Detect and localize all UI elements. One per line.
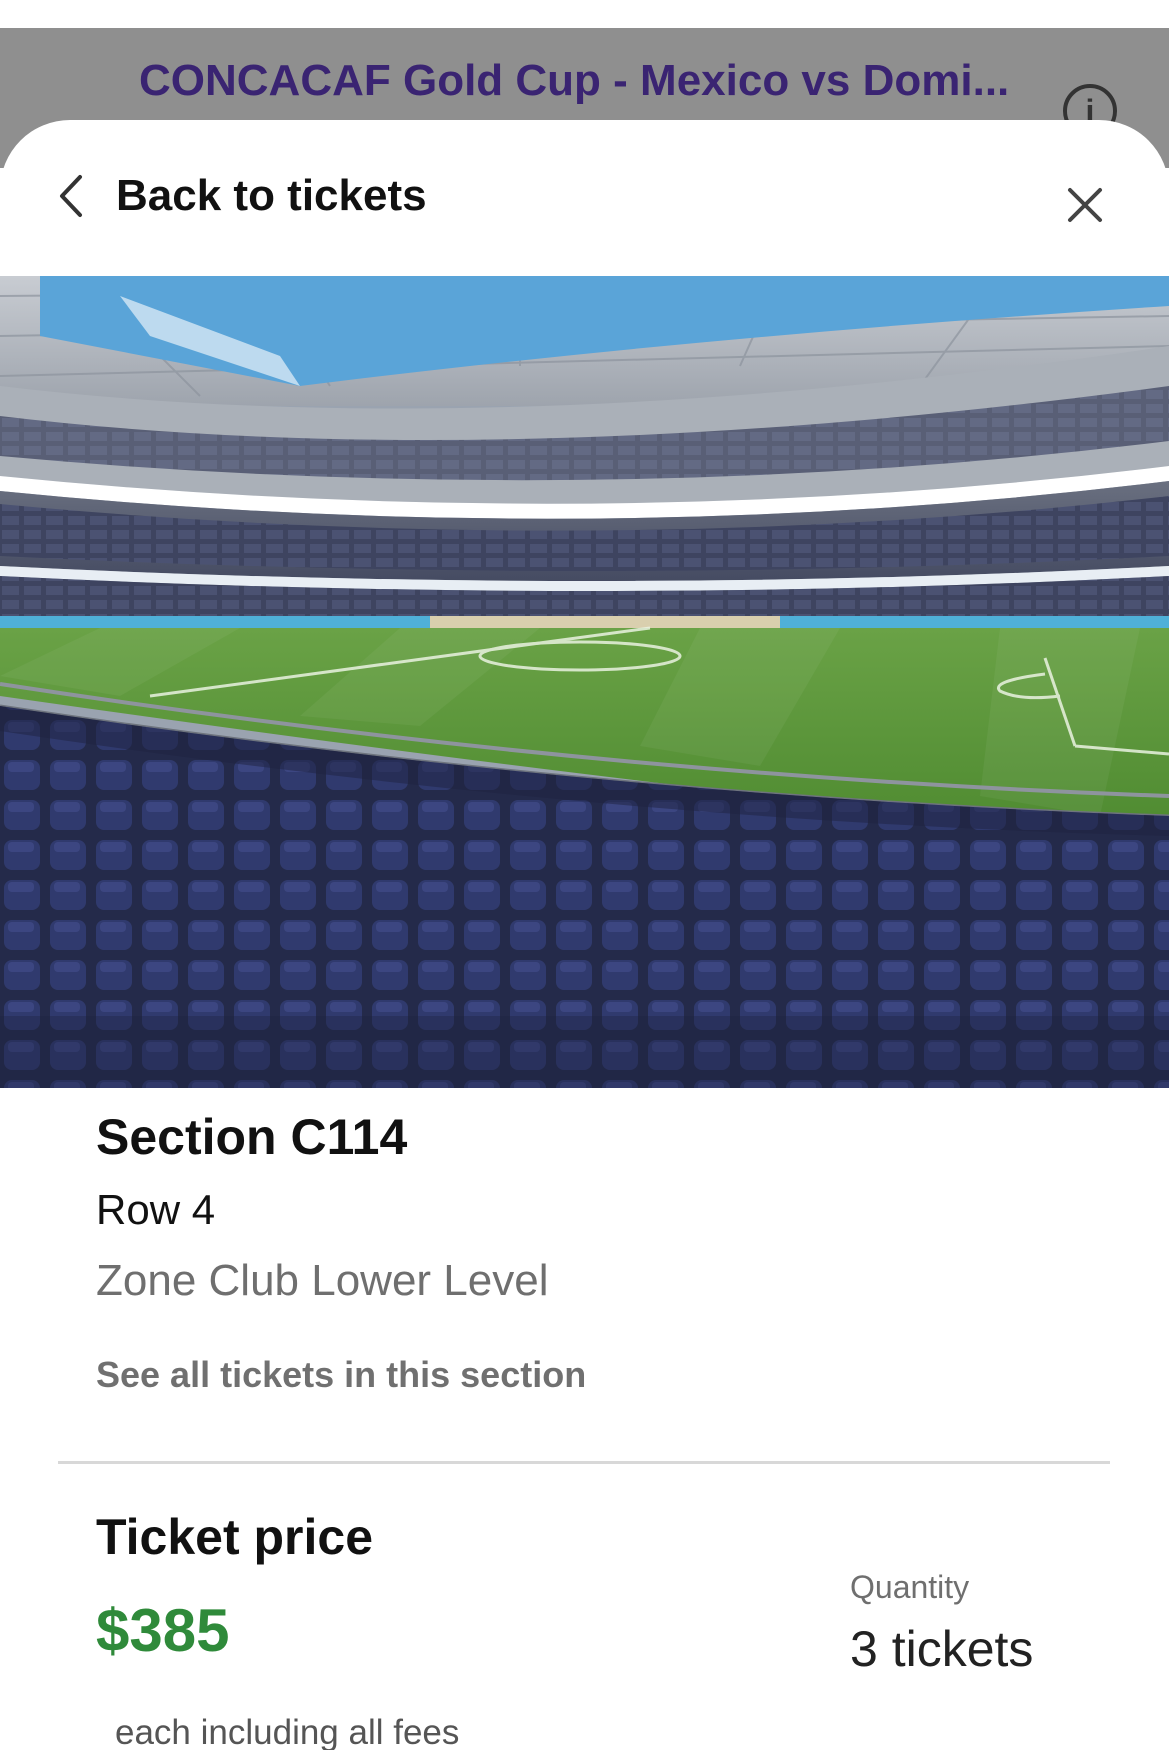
ticket-price-heading: Ticket price (96, 1509, 374, 1565)
price-fees-note: each including all fees (115, 1713, 460, 1750)
zone-label: Zone Club Lower Level (96, 1256, 549, 1305)
ticket-price-value: $385 (96, 1597, 230, 1664)
sheet-toolbar: Back to tickets (0, 120, 1169, 276)
quantity-label: Quantity (850, 1569, 970, 1605)
section-title: Section C114 (96, 1109, 408, 1165)
chevron-left-icon (56, 173, 86, 219)
divider (58, 1461, 1110, 1464)
event-title: CONCACAF Gold Cup - Mexico vs Domi... (139, 56, 1010, 105)
back-to-tickets-button[interactable]: Back to tickets (56, 166, 427, 226)
quantity-value[interactable]: 3 tickets (850, 1620, 1033, 1678)
back-to-tickets-label: Back to tickets (116, 171, 427, 220)
close-icon[interactable] (1062, 182, 1108, 228)
row-label: Row 4 (96, 1186, 216, 1233)
ticket-detail-sheet: Back to tickets Section C114 Row 4 Zone … (0, 120, 1169, 1750)
see-all-tickets-link[interactable]: See all tickets in this section (96, 1354, 586, 1396)
seat-view-image (0, 276, 1169, 1088)
ticket-detail-page: CONCACAF Gold Cup - Mexico vs Domi... i … (0, 0, 1169, 1750)
